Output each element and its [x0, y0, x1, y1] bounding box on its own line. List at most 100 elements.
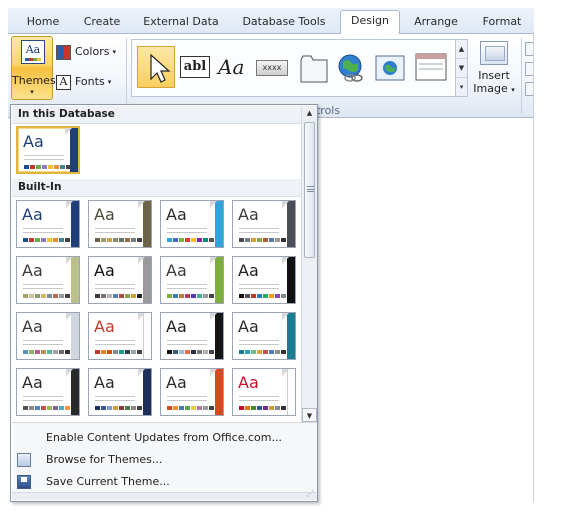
palette-swatch — [245, 350, 250, 354]
palette-swatch — [173, 294, 178, 298]
palette-swatch — [269, 238, 274, 242]
colors-button[interactable]: Colors ▾ — [56, 42, 116, 62]
hyperlink-control-button[interactable] — [336, 50, 366, 86]
scroll-up-icon[interactable]: ▲ — [456, 40, 467, 59]
theme-thumbnail[interactable]: Aa — [232, 200, 296, 248]
palette-swatch — [113, 350, 118, 354]
themes-button[interactable]: Aa Themes ▾ — [11, 36, 56, 100]
theme-thumbnail[interactable]: Aa — [16, 368, 80, 416]
button-icon: xxxx — [256, 60, 288, 76]
gallery-more-icon[interactable]: ▾ — [456, 78, 467, 97]
palette-swatch — [209, 350, 214, 354]
enable-content-updates-command[interactable]: Enable Content Updates from Office.com..… — [12, 428, 302, 448]
palette-swatch — [209, 406, 214, 410]
palette-swatch — [173, 350, 178, 354]
palette-swatch — [119, 350, 124, 354]
palette-swatch — [197, 406, 202, 410]
scrollbar-thumb[interactable] — [304, 122, 315, 258]
palette-swatch — [95, 238, 100, 242]
palette-swatch — [65, 238, 70, 242]
tab-format[interactable]: Format — [474, 12, 530, 34]
theme-thumbnail[interactable]: Aa — [160, 312, 224, 360]
palette-swatch — [239, 238, 244, 242]
theme-thumbnail[interactable]: Aa — [16, 256, 80, 304]
tab-create[interactable]: Create — [78, 12, 126, 34]
navigation-control-button[interactable] — [414, 50, 448, 86]
theme-page-fold — [65, 128, 72, 135]
label-control-button[interactable]: Aa — [218, 50, 248, 86]
palette-swatch — [53, 350, 58, 354]
select-pointer-button[interactable] — [137, 46, 175, 88]
palette-swatch — [41, 238, 46, 242]
palette-swatch — [107, 350, 112, 354]
theme-page-fold — [138, 257, 145, 264]
tab-external-data[interactable]: External Data — [136, 12, 226, 34]
scroll-up-icon[interactable]: ▲ — [302, 106, 317, 120]
theme-palette — [167, 294, 214, 298]
theme-thumbnail-current[interactable]: Aa — [16, 126, 80, 174]
palette-swatch — [101, 350, 106, 354]
window-edge — [533, 34, 534, 502]
theme-page-fold — [282, 313, 289, 320]
theme-thumbnail[interactable]: Aa — [232, 312, 296, 360]
palette-swatch — [203, 406, 208, 410]
theme-thumbnail[interactable]: Aa — [88, 312, 152, 360]
scroll-down-icon[interactable]: ▼ — [456, 59, 467, 78]
theme-palette — [23, 238, 70, 242]
resize-grip[interactable] — [12, 489, 317, 500]
button-control-button[interactable]: xxxx — [256, 50, 292, 86]
theme-palette — [239, 350, 286, 354]
theme-thumbnail[interactable]: Aa — [88, 200, 152, 248]
theme-palette — [239, 294, 286, 298]
palette-swatch — [281, 406, 286, 410]
theme-thumbnail[interactable]: Aa — [88, 256, 152, 304]
theme-sample-lines — [95, 284, 135, 289]
themes-scrollbar[interactable]: ▲ ▼ — [301, 106, 317, 422]
scroll-down-icon[interactable]: ▼ — [302, 408, 317, 422]
palette-swatch — [113, 406, 118, 410]
palette-swatch — [125, 294, 130, 298]
theme-thumbnail[interactable]: Aa — [16, 200, 80, 248]
web-browser-icon — [375, 55, 405, 81]
palette-swatch — [191, 294, 196, 298]
web-browser-control-button[interactable] — [374, 50, 406, 86]
theme-thumbnail[interactable]: Aa — [232, 256, 296, 304]
theme-thumbnail[interactable]: Aa — [160, 200, 224, 248]
theme-sample-text: Aa — [94, 373, 115, 392]
palette-swatch — [191, 406, 196, 410]
insert-image-button[interactable]: Insert Image ▾ — [472, 38, 516, 100]
palette-swatch — [185, 294, 190, 298]
theme-sample-lines — [23, 284, 63, 289]
text-box-control-button[interactable]: abl — [180, 50, 212, 86]
fonts-button[interactable]: A Fonts ▾ — [56, 72, 111, 92]
palette-swatch — [125, 350, 130, 354]
palette-swatch — [53, 238, 58, 242]
tab-control-button[interactable] — [298, 50, 330, 86]
save-current-theme-command[interactable]: Save Current Theme... — [12, 472, 302, 492]
theme-thumbnail[interactable]: Aa — [16, 312, 80, 360]
theme-palette — [167, 406, 214, 410]
theme-sample-text: Aa — [22, 317, 43, 336]
palette-swatch — [65, 294, 70, 298]
palette-swatch — [95, 294, 100, 298]
palette-swatch — [245, 406, 250, 410]
theme-thumbnail[interactable]: Aa — [88, 368, 152, 416]
tab-design[interactable]: Design — [340, 10, 400, 35]
palette-swatch — [239, 406, 244, 410]
palette-swatch — [35, 238, 40, 242]
palette-swatch — [257, 406, 262, 410]
tab-arrange[interactable]: Arrange — [405, 12, 467, 34]
palette-swatch — [239, 294, 244, 298]
tab-database-tools[interactable]: Database Tools — [234, 12, 334, 34]
tab-home[interactable]: Home — [16, 12, 70, 34]
theme-thumbnail[interactable]: Aa — [232, 368, 296, 416]
palette-swatch — [275, 350, 280, 354]
theme-thumbnail[interactable]: Aa — [160, 368, 224, 416]
theme-thumbnail[interactable]: Aa — [160, 256, 224, 304]
theme-sample-lines — [23, 340, 63, 345]
palette-swatch — [48, 165, 53, 169]
browse-for-themes-command[interactable]: Browse for Themes... — [12, 450, 302, 470]
theme-sample-lines — [95, 340, 135, 345]
gallery-scrollbar[interactable]: ▲ ▼ ▾ — [455, 39, 468, 97]
theme-sample-lines — [239, 396, 279, 401]
